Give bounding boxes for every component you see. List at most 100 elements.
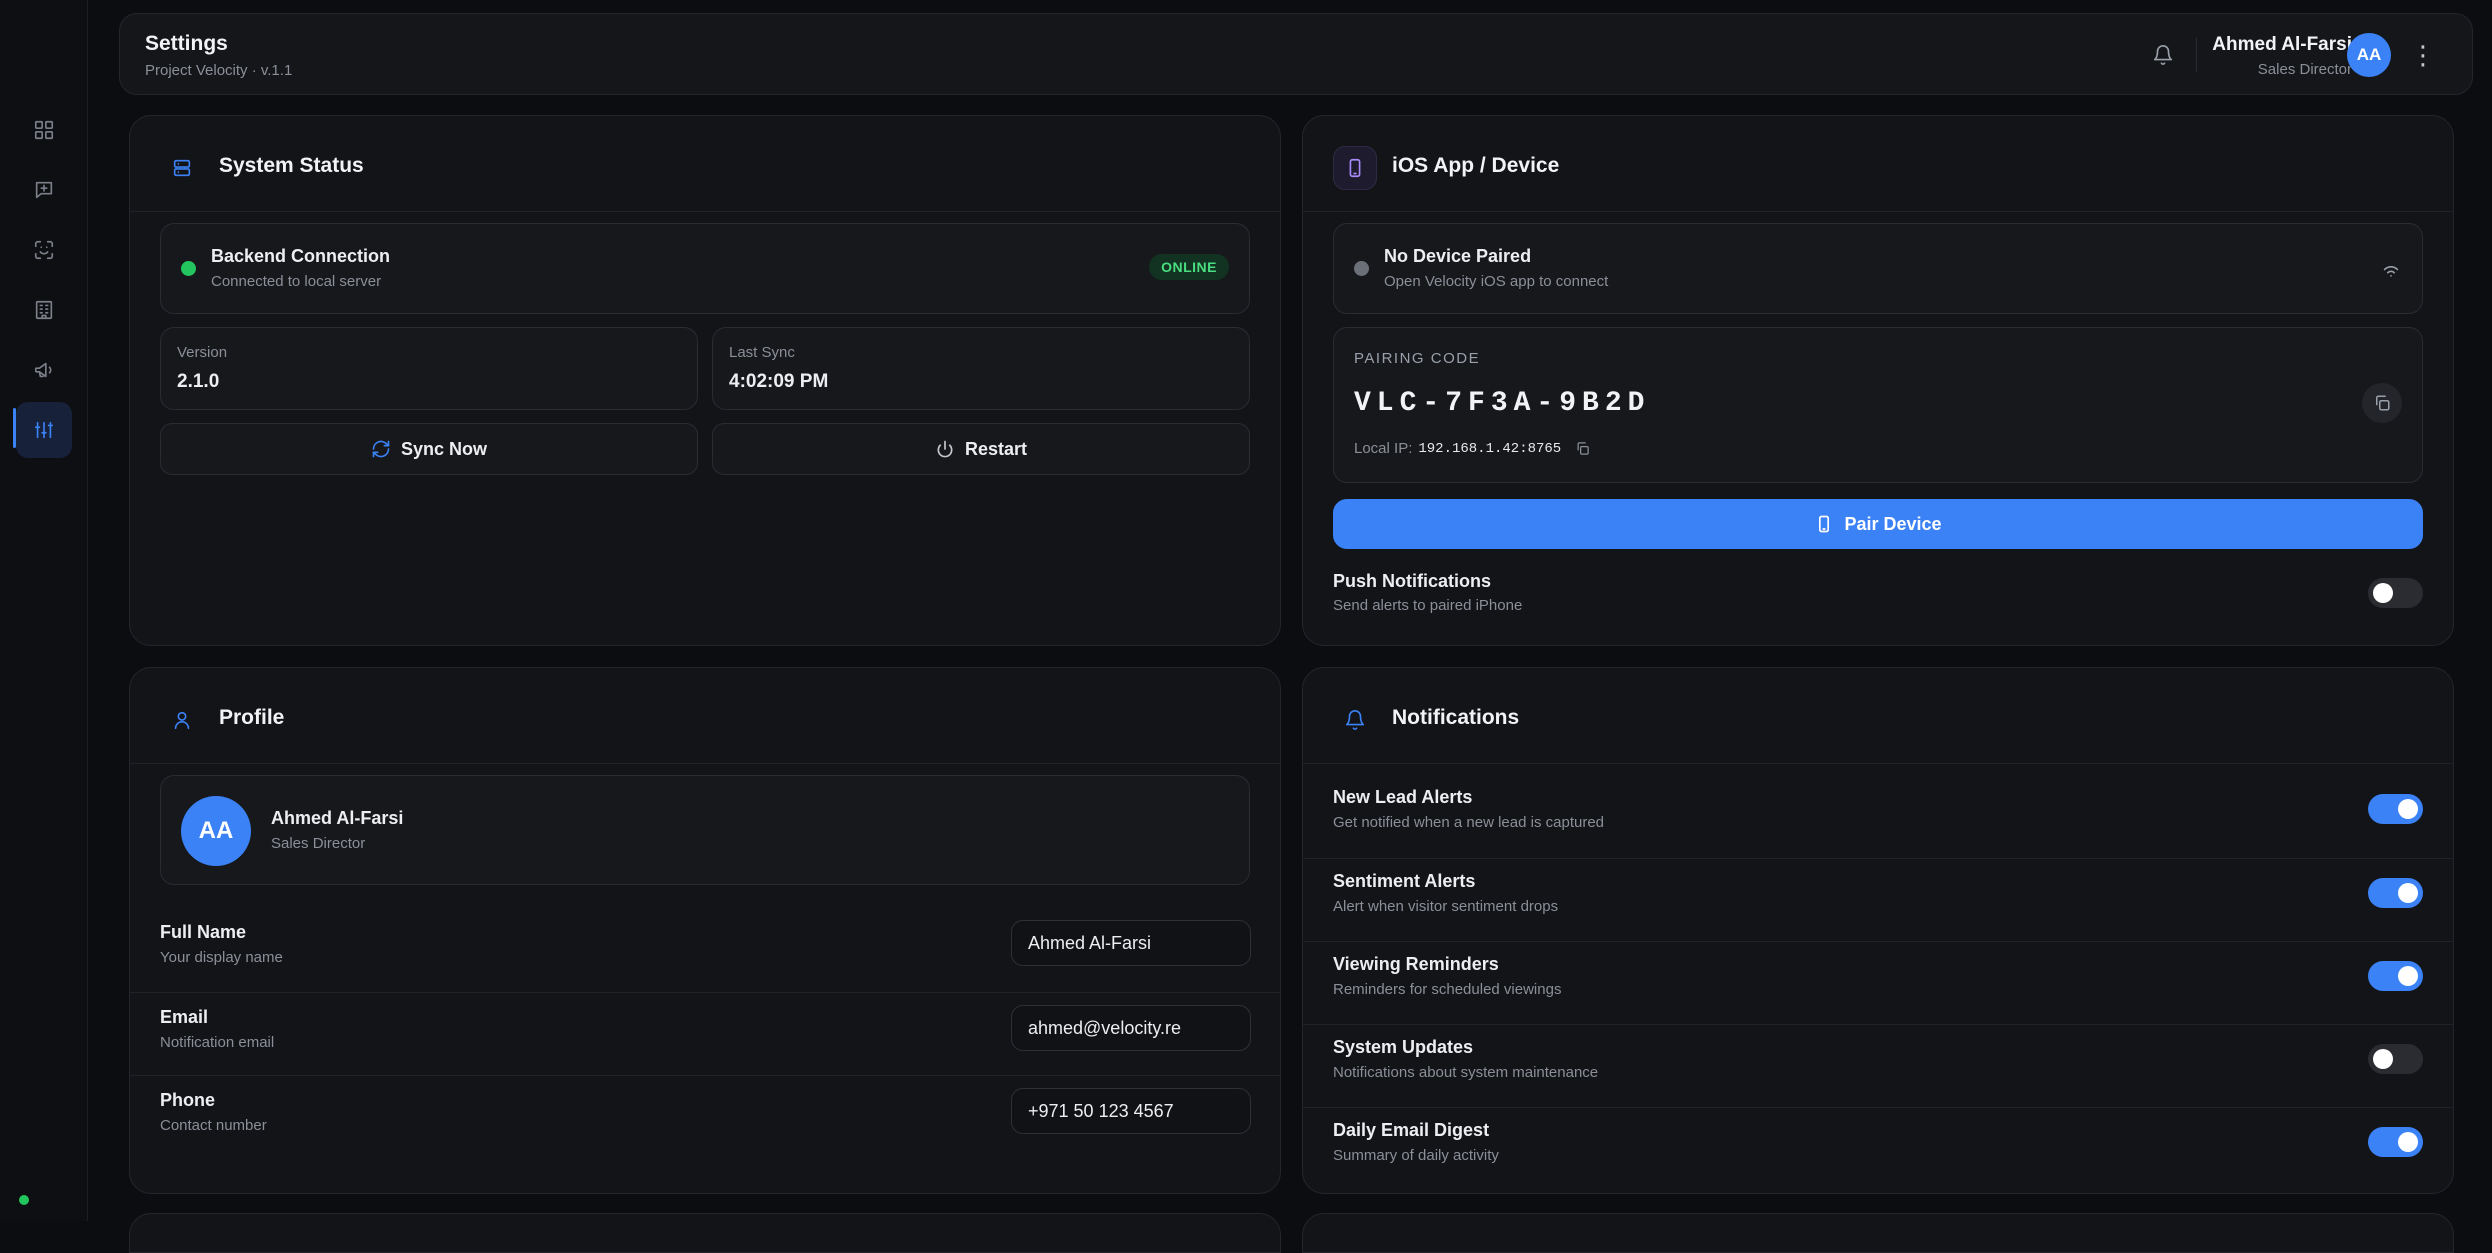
page-title: Settings <box>145 32 228 55</box>
sidebar-item-dashboard[interactable] <box>16 102 72 158</box>
status-badge: ONLINE <box>1149 254 1229 280</box>
dashboard-icon <box>34 120 54 140</box>
notification-row-system-updates: System Updates Notifications about syste… <box>1303 1024 2453 1107</box>
profile-summary-panel: AA Ahmed Al-Farsi Sales Director <box>160 775 1250 885</box>
pair-device-label: Pair Device <box>1844 513 1942 534</box>
connection-status-dot <box>19 1195 29 1205</box>
push-notifications-subtitle: Send alerts to paired iPhone <box>1333 597 1523 614</box>
email-field[interactable]: ahmed@velocity.re <box>1011 1005 1251 1051</box>
backend-connection-panel: Backend Connection Connected to local se… <box>160 223 1250 314</box>
email-label: Email <box>160 1007 209 1027</box>
new-lead-alerts-toggle[interactable] <box>2368 794 2423 824</box>
daily-email-digest-toggle[interactable] <box>2368 1127 2423 1157</box>
profile-role: Sales Director <box>271 835 366 852</box>
sidebar <box>0 0 88 1221</box>
pairing-title: No Device Paired <box>1384 246 1532 266</box>
sidebar-item-settings[interactable] <box>16 402 72 458</box>
megaphone-icon <box>34 362 52 378</box>
sidebar-item-chat[interactable] <box>16 162 72 218</box>
refresh-icon <box>372 440 390 458</box>
avatar[interactable]: AA <box>2347 33 2391 77</box>
user-icon <box>160 698 204 742</box>
ios-device-card: iOS App / Device No Device Paired Open V… <box>1302 115 2454 646</box>
card-title: Notifications <box>1392 706 1520 729</box>
card-header: System Status <box>130 116 1280 212</box>
sync-now-button[interactable]: Sync Now <box>160 423 698 475</box>
more-options-icon[interactable]: ⋮ <box>2406 38 2440 72</box>
copy-ip-icon[interactable] <box>1575 441 1590 456</box>
profile-name: Ahmed Al-Farsi <box>271 808 404 828</box>
notification-row-viewing: Viewing Reminders Reminders for schedule… <box>1303 941 2453 1024</box>
backend-subtitle: Connected to local server <box>211 273 382 290</box>
copy-code-button[interactable] <box>2362 383 2402 423</box>
copy-icon <box>2376 395 2390 411</box>
pair-device-button[interactable]: Pair Device <box>1333 499 2423 549</box>
server-icon <box>160 146 204 190</box>
version-panel: Version 2.1.0 <box>160 327 698 410</box>
pairing-subtitle: Open Velocity iOS app to connect <box>1384 273 1609 290</box>
notifications-button[interactable] <box>2148 40 2178 70</box>
card-title: Profile <box>219 706 285 729</box>
viewing-reminders-toggle[interactable] <box>2368 961 2423 991</box>
phone-label: Phone <box>160 1090 216 1110</box>
last-sync-label: Last Sync <box>729 344 795 361</box>
last-sync-value: 4:02:09 PM <box>729 371 829 392</box>
wifi-icon <box>2383 266 2399 277</box>
last-sync-panel: Last Sync 4:02:09 PM <box>712 327 1250 410</box>
restart-button[interactable]: Restart <box>712 423 1250 475</box>
phone-field[interactable]: +971 50 123 4567 <box>1011 1088 1251 1134</box>
card-title: iOS App / Device <box>1392 154 1560 177</box>
notification-title: System Updates <box>1333 1037 1474 1057</box>
notifications-card: Notifications New Lead Alerts Get notifi… <box>1302 667 2454 1194</box>
push-notifications-toggle[interactable] <box>2368 578 2423 608</box>
notification-sub: Alert when visitor sentiment drops <box>1333 898 1559 915</box>
pairing-code: VLC-7F3A-9B2D <box>1354 388 1651 419</box>
sidebar-item-scan[interactable] <box>16 222 72 278</box>
card-title: System Status <box>219 154 364 177</box>
notification-row-sentiment: Sentiment Alerts Alert when visitor sent… <box>1303 858 2453 941</box>
bell-icon <box>2153 45 2173 65</box>
building-icon <box>35 300 53 320</box>
notification-sub: Reminders for scheduled viewings <box>1333 981 1562 998</box>
sentiment-alerts-toggle[interactable] <box>2368 878 2423 908</box>
card-header: Notifications <box>1303 668 2453 764</box>
notification-title: Daily Email Digest <box>1333 1120 1490 1140</box>
device-pairing-panel: No Device Paired Open Velocity iOS app t… <box>1333 223 2423 314</box>
user-name: Ahmed Al-Farsi <box>2212 34 2352 55</box>
version-label: Version <box>177 344 228 361</box>
scan-face-icon <box>34 240 54 260</box>
sidebar-item-campaigns[interactable] <box>16 342 72 398</box>
email-sub: Notification email <box>160 1034 275 1051</box>
power-icon <box>937 440 953 458</box>
notification-sub: Notifications about system maintenance <box>1333 1064 1599 1081</box>
card-header: Profile <box>130 668 1280 764</box>
full-name-label: Full Name <box>160 922 247 942</box>
user-role: Sales Director <box>2257 61 2352 78</box>
phone-icon <box>1333 146 1377 190</box>
phone-icon <box>1819 515 1830 533</box>
bell-icon <box>1333 698 1377 742</box>
system-status-card: System Status Backend Connection Connect… <box>129 115 1281 646</box>
profile-card: Profile AA Ahmed Al-Farsi Sales Director… <box>129 667 1281 1194</box>
notification-title: Sentiment Alerts <box>1333 871 1476 891</box>
next-card-right <box>1302 1213 2454 1253</box>
full-name-field[interactable]: Ahmed Al-Farsi <box>1011 920 1251 966</box>
notification-sub: Summary of daily activity <box>1333 1147 1499 1164</box>
offline-status-dot <box>1354 261 1369 276</box>
restart-label: Restart <box>964 438 1028 459</box>
local-ip-value: 192.168.1.42:8765 <box>1418 440 1562 457</box>
notification-title: New Lead Alerts <box>1333 787 1473 807</box>
header-bar: Settings Project Velocity · v.1.1 Ahmed … <box>119 13 2473 95</box>
sidebar-item-properties[interactable] <box>16 282 72 338</box>
version-value: 2.1.0 <box>177 371 220 392</box>
phone-sub: Contact number <box>160 1117 267 1134</box>
email-row: Email Notification email ahmed@velocity.… <box>130 992 1280 1075</box>
card-header: iOS App / Device <box>1303 116 2453 212</box>
phone-row: Phone Contact number +971 50 123 4567 <box>130 1075 1280 1158</box>
system-updates-toggle[interactable] <box>2368 1044 2423 1074</box>
full-name-sub: Your display name <box>160 949 283 966</box>
page-subtitle: Project Velocity · v.1.1 <box>145 62 293 79</box>
backend-title: Backend Connection <box>211 246 391 266</box>
notification-title: Viewing Reminders <box>1333 954 1499 974</box>
notification-row-new-lead: New Lead Alerts Get notified when a new … <box>1303 775 2453 858</box>
